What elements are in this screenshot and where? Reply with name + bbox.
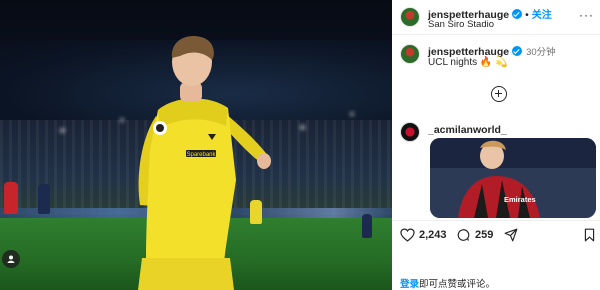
actions-divider <box>392 220 600 221</box>
verified-badge-icon <box>512 9 523 19</box>
comment-image[interactable]: Emirates <box>430 138 596 218</box>
load-more-comments-icon[interactable] <box>491 86 507 102</box>
login-prompt: 登录即可点赞或评论。 <box>400 276 495 290</box>
comment-action[interactable]: 259 <box>456 228 493 242</box>
svg-text:Sparebank: Sparebank <box>186 152 216 158</box>
more-options-icon[interactable]: ··· <box>579 8 594 22</box>
header-divider <box>392 34 600 35</box>
caption-time[interactable]: 30分钟 <box>526 47 556 58</box>
background-player <box>4 182 18 214</box>
share-paper-plane-icon[interactable] <box>504 228 518 242</box>
like-action[interactable]: 2,243 <box>400 228 447 242</box>
header-separator: • <box>525 9 529 21</box>
follow-button[interactable]: 关注 <box>532 10 552 21</box>
post-side-panel: jenspetterhauge • 关注 San Siro Stadio ··· j… <box>392 0 600 290</box>
post-photo[interactable]: Sparebank <box>0 0 392 290</box>
commenter-username[interactable]: _acmilanworld_ <box>428 124 507 136</box>
caption-header: jenspetterhauge 30分钟 <box>428 44 556 58</box>
comment-image-sponsor: Emirates <box>504 195 536 204</box>
comment-image-content: Emirates <box>430 138 596 218</box>
comment-bubble-icon[interactable] <box>456 228 471 242</box>
verified-badge-icon <box>512 46 523 56</box>
commenter-avatar[interactable] <box>400 122 420 142</box>
stadium-light <box>300 125 305 130</box>
caption-text: UCL nights 🔥 💫 <box>428 57 508 68</box>
share-action[interactable] <box>504 228 518 242</box>
background-player <box>38 184 50 214</box>
bookmark-icon[interactable] <box>584 228 595 242</box>
login-prompt-text: 即可点赞或评论。 <box>419 279 496 290</box>
heart-icon[interactable] <box>400 228 415 242</box>
caption-avatar[interactable] <box>400 44 420 64</box>
stadium-light <box>350 112 354 116</box>
stadium-light <box>60 128 65 133</box>
action-bar: 2,243 259 <box>392 222 600 250</box>
save-action[interactable] <box>584 228 595 242</box>
comments-count: 259 <box>475 229 494 241</box>
author-avatar[interactable] <box>400 7 420 27</box>
likes-count: 2,243 <box>419 229 447 241</box>
post-location[interactable]: San Siro Stadio <box>428 19 494 30</box>
user-tag-icon[interactable] <box>2 250 20 268</box>
login-link[interactable]: 登录 <box>400 279 419 290</box>
background-player <box>362 214 372 238</box>
player-figure: Sparebank <box>138 36 271 290</box>
